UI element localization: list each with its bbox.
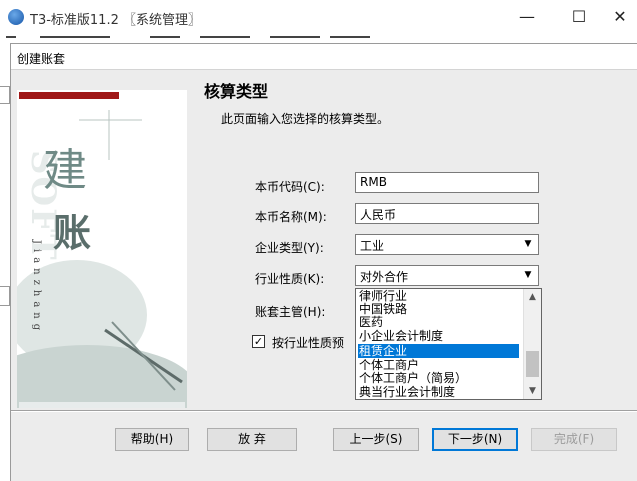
preset-checkbox[interactable]: ✓ <box>252 335 265 348</box>
dialog-title-bar: 创建账套 <box>11 44 637 70</box>
industry-option[interactable]: 个体工商户 <box>358 358 519 372</box>
currency-code-input[interactable]: RMB <box>355 172 539 193</box>
abandon-button[interactable]: 放 弃 <box>207 428 297 451</box>
industry-option[interactable]: 律师行业 <box>358 289 519 303</box>
scroll-up-icon[interactable]: ▲ <box>524 289 541 305</box>
next-button[interactable]: 下一步(N) <box>432 428 518 451</box>
scroll-down-icon[interactable]: ▼ <box>524 383 541 399</box>
chevron-down-icon[interactable]: ▼ <box>520 268 536 283</box>
enterprise-type-label: 企业类型(Y): <box>255 241 324 255</box>
finish-button: 完成(F) <box>531 428 617 451</box>
create-account-dialog: 创建账套 SOFT 建 账 Jianzhang 核算类型 此页面输入您选择的核算… <box>10 43 637 481</box>
prev-button[interactable]: 上一步(S) <box>333 428 419 451</box>
close-button[interactable]: ✕ <box>603 4 637 30</box>
industry-option[interactable]: 小企业会计制度 <box>358 329 519 343</box>
side-glyph-zhang: 账 <box>53 210 92 255</box>
preset-checkbox-label: 按行业性质预 <box>272 336 345 350</box>
dropdown-scrollbar[interactable]: ▲ ▼ <box>523 289 541 399</box>
industry-option[interactable]: 典当行业会计制度 <box>358 385 519 399</box>
help-button[interactable]: 帮助(H) <box>115 428 189 451</box>
currency-name-input[interactable]: 人民币 <box>355 203 539 224</box>
industry-dropdown-list: 律师行业 中国铁路 医药 小企业会计制度 租赁企业 个体工商户 个体工商户（简易） 典当行业会… <box>355 288 542 400</box>
currency-name-label: 本币名称(M): <box>255 210 327 224</box>
app-logo-icon <box>8 9 24 25</box>
wizard-side-image: SOFT 建 账 Jianzhang <box>17 90 187 408</box>
page-heading: 核算类型 <box>204 82 269 101</box>
industry-option[interactable]: 中国铁路 <box>358 302 519 316</box>
enterprise-type-select[interactable]: 工业 ▼ <box>355 234 539 255</box>
page-subtitle: 此页面输入您选择的核算类型。 <box>221 112 390 126</box>
side-pinyin: Jianzhang <box>31 240 42 336</box>
background-window-edge <box>0 286 10 306</box>
window-title-bar: T3-标准版11.2 〖系统管理〗 — ☐ ✕ <box>0 0 637 34</box>
dialog-title: 创建账套 <box>17 52 66 66</box>
scroll-thumb[interactable] <box>526 351 539 377</box>
industry-value: 对外合作 <box>360 270 409 284</box>
industry-option[interactable]: 医药 <box>358 315 519 329</box>
industry-select[interactable]: 对外合作 ▼ <box>355 265 539 286</box>
maximize-button[interactable]: ☐ <box>557 4 601 30</box>
enterprise-type-value: 工业 <box>360 239 385 253</box>
currency-code-label: 本币代码(C): <box>255 180 325 194</box>
industry-label: 行业性质(K): <box>255 272 325 286</box>
side-glyph-jian: 建 <box>43 145 87 196</box>
industry-option[interactable]: 租赁企业 <box>358 344 519 358</box>
background-window-edge <box>0 86 10 104</box>
minimize-button[interactable]: — <box>505 4 549 30</box>
industry-option[interactable]: 个体工商户（简易） <box>358 371 519 385</box>
chevron-down-icon[interactable]: ▼ <box>520 237 536 252</box>
button-separator <box>11 410 637 412</box>
supervisor-label: 账套主管(H): <box>255 305 326 319</box>
window-title: T3-标准版11.2 〖系统管理〗 <box>30 13 201 28</box>
